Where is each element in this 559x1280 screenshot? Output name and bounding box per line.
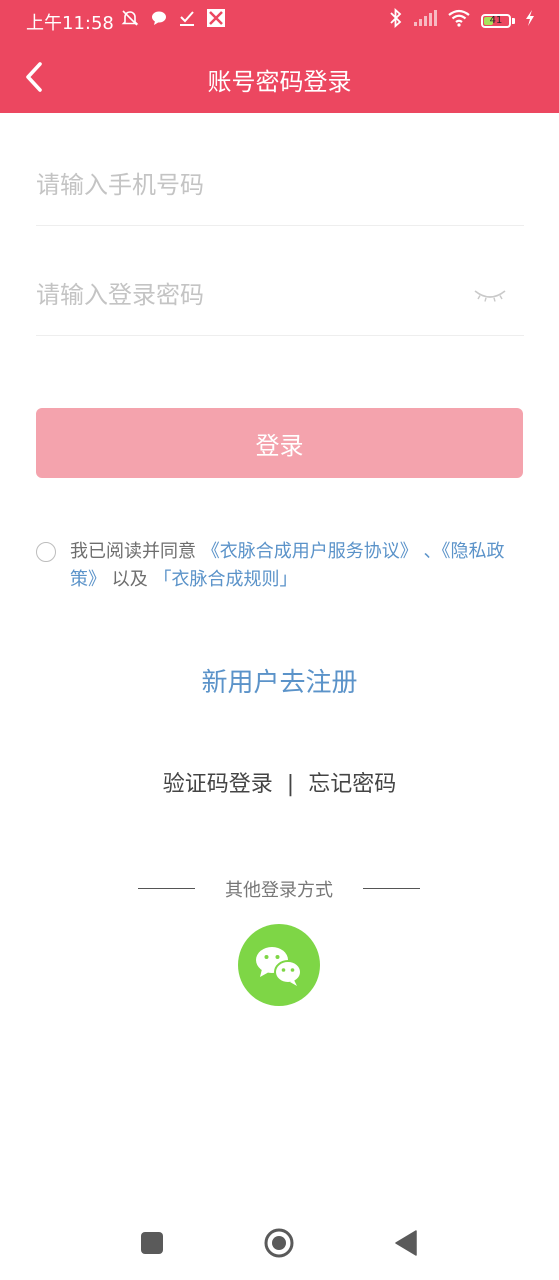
wechat-login-button[interactable] xyxy=(238,924,320,1006)
signal-icon xyxy=(413,10,437,32)
agreement-checkbox[interactable] xyxy=(36,542,56,562)
service-agreement-link[interactable]: 《衣脉合成用户服务协议》 xyxy=(202,541,418,562)
agreement-and: 以及 xyxy=(111,569,148,590)
other-login-label: 其他登录方式 xyxy=(225,880,333,901)
login-button[interactable]: 登录 xyxy=(36,408,523,478)
home-circle-icon[interactable] xyxy=(264,1228,294,1258)
agreement-text: 我已阅读并同意 《衣脉合成用户服务协议》 、《隐私政策》 以及 「衣脉合成规则」 xyxy=(70,538,525,594)
password-field xyxy=(36,265,524,336)
eye-closed-icon[interactable] xyxy=(472,287,508,307)
forgot-password-link[interactable]: 忘记密码 xyxy=(308,772,396,797)
bluetooth-icon xyxy=(389,7,403,34)
phone-field xyxy=(36,155,524,226)
other-login-divider: 其他登录方式 xyxy=(138,876,420,901)
code-login-link[interactable]: 验证码登录 xyxy=(163,772,273,797)
password-input[interactable] xyxy=(36,265,456,325)
status-time: 上午11:58 xyxy=(26,13,114,34)
battery-icon: 41 xyxy=(481,14,515,28)
charging-icon xyxy=(525,10,535,32)
notification-icons xyxy=(120,8,226,34)
register-link[interactable]: 新用户去注册 xyxy=(201,668,357,698)
page-title: 账号密码登录 xyxy=(207,68,352,96)
recent-apps-icon[interactable] xyxy=(141,1232,163,1254)
back-triangle-icon[interactable] xyxy=(394,1230,418,1256)
app-icon xyxy=(206,8,226,34)
system-nav-bar xyxy=(0,1206,559,1280)
agreement-prefix: 我已阅读并同意 xyxy=(70,541,196,562)
divider-line-right xyxy=(363,888,420,889)
phone-input[interactable] xyxy=(36,155,456,215)
rules-link[interactable]: 「衣脉合成规则」 xyxy=(153,569,297,590)
register-row: 新用户去注册 xyxy=(0,662,559,699)
system-icons: 41 xyxy=(389,7,535,34)
agreement-separator: 、 xyxy=(423,541,442,562)
link-separator: | xyxy=(286,772,295,797)
mute-bell-icon xyxy=(120,8,140,34)
chat-bubble-icon xyxy=(150,9,168,33)
download-check-icon xyxy=(178,9,196,33)
wechat-icon xyxy=(256,947,302,986)
status-bar: 上午11:58 41 xyxy=(0,0,559,42)
app-header: 上午11:58 41 账号密码登录 xyxy=(0,0,559,113)
alt-login-links: 验证码登录 | 忘记密码 xyxy=(0,766,559,798)
battery-level: 41 xyxy=(489,15,503,26)
wifi-icon xyxy=(447,9,471,33)
